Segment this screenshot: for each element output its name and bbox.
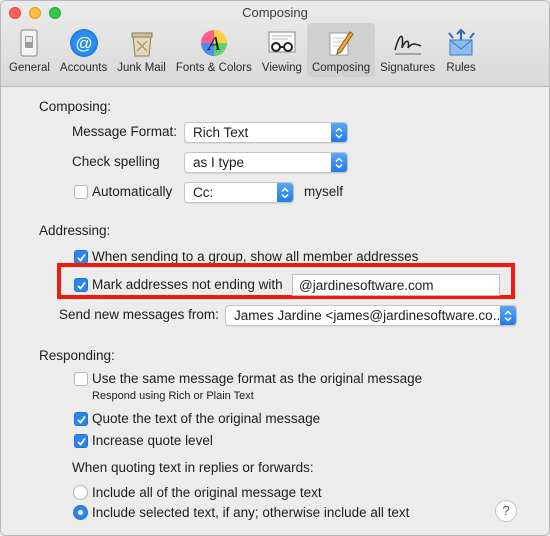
- tab-rules[interactable]: Rules: [440, 23, 482, 75]
- svg-text:@: @: [75, 34, 92, 53]
- include-selected-radio[interactable]: [73, 505, 88, 520]
- signatures-icon: [392, 27, 424, 59]
- tab-general[interactable]: General: [4, 23, 55, 75]
- viewing-icon: [266, 27, 298, 59]
- tab-fonts-colors[interactable]: A Fonts & Colors: [171, 23, 257, 75]
- tab-label: Junk Mail: [117, 62, 166, 74]
- message-format-label: Message Format:: [72, 124, 178, 139]
- send-from-label: Send new messages from:: [59, 307, 219, 322]
- mark-domain-field[interactable]: @jardinesoftware.com: [292, 274, 500, 296]
- include-all-radio[interactable]: [73, 485, 88, 500]
- myself-label: myself: [304, 184, 344, 199]
- tab-label: General: [9, 62, 50, 74]
- titlebar: Composing General @ Accounts Junk Mail A…: [1, 1, 549, 87]
- tab-label: Signatures: [380, 62, 436, 74]
- accounts-icon: @: [68, 27, 100, 59]
- fonts-colors-icon: A: [198, 27, 230, 59]
- tab-label: Rules: [446, 62, 476, 74]
- show-group-members-label: When sending to a group, show all member…: [92, 249, 419, 264]
- composing-heading: Composing:: [39, 99, 112, 114]
- checkmark-icon: [77, 281, 86, 290]
- same-format-hint: Respond using Rich or Plain Text: [92, 390, 254, 402]
- mark-addresses-label: Mark addresses not ending with: [92, 277, 283, 292]
- composing-pane: Composing: Message Format: Rich Text Che…: [19, 87, 533, 535]
- popup-arrows-icon: [277, 183, 293, 202]
- preferences-toolbar: General @ Accounts Junk Mail A Fonts & C…: [4, 23, 482, 85]
- window-title: Composing: [242, 5, 308, 20]
- rules-icon: [445, 27, 477, 59]
- increase-quote-level-checkbox[interactable]: [74, 434, 88, 448]
- popup-arrows-icon: [500, 306, 516, 325]
- quoting-options-heading: When quoting text in replies or forwards…: [72, 460, 314, 475]
- cc-value: Cc:: [193, 185, 214, 200]
- message-format-value: Rich Text: [193, 125, 249, 140]
- general-icon: [13, 27, 45, 59]
- show-group-members-checkbox[interactable]: [74, 250, 88, 264]
- popup-arrows-icon: [331, 123, 347, 142]
- check-spelling-value: as I type: [193, 155, 245, 170]
- mark-addresses-checkbox[interactable]: [74, 278, 88, 292]
- checkmark-icon: [77, 415, 86, 424]
- tab-signatures[interactable]: Signatures: [375, 23, 440, 75]
- tab-viewing[interactable]: Viewing: [257, 23, 307, 75]
- cc-popup[interactable]: Cc:: [184, 182, 294, 203]
- message-format-popup[interactable]: Rich Text: [184, 122, 348, 143]
- include-all-label: Include all of the original message text: [92, 485, 322, 500]
- composing-icon: [325, 27, 357, 59]
- junk-mail-icon: [126, 27, 158, 59]
- tab-label: Accounts: [59, 62, 108, 74]
- svg-text:A: A: [206, 33, 221, 55]
- checkmark-icon: [77, 437, 86, 446]
- tab-label: Fonts & Colors: [175, 62, 252, 74]
- tab-label: Composing: [311, 62, 371, 74]
- quote-text-checkbox[interactable]: [74, 412, 88, 426]
- help-button[interactable]: ?: [495, 500, 517, 522]
- addressing-heading: Addressing:: [39, 223, 111, 238]
- popup-arrows-icon: [331, 153, 347, 172]
- check-spelling-popup[interactable]: as I type: [184, 152, 348, 173]
- same-format-label: Use the same message format as the origi…: [92, 371, 423, 386]
- send-from-popup[interactable]: James Jardine <james@jardinesoftware.co.…: [225, 305, 517, 326]
- tab-junk-mail[interactable]: Junk Mail: [112, 23, 171, 75]
- send-from-value: James Jardine <james@jardinesoftware.co.…: [234, 308, 504, 323]
- include-selected-label: Include selected text, if any; otherwise…: [92, 505, 410, 520]
- mail-preferences-window: Composing General @ Accounts Junk Mail A…: [0, 0, 550, 536]
- increase-quote-level-label: Increase quote level: [92, 433, 213, 448]
- automatically-label: Automatically: [92, 184, 173, 199]
- responding-heading: Responding:: [39, 348, 115, 363]
- tab-composing[interactable]: Composing: [306, 23, 376, 77]
- quote-text-label: Quote the text of the original message: [92, 411, 321, 426]
- automatically-checkbox[interactable]: [74, 185, 88, 199]
- same-format-checkbox[interactable]: [74, 372, 88, 386]
- tab-label: Viewing: [261, 62, 302, 74]
- tab-accounts[interactable]: @ Accounts: [55, 23, 112, 75]
- checkmark-icon: [77, 253, 86, 262]
- check-spelling-label: Check spelling: [72, 154, 160, 169]
